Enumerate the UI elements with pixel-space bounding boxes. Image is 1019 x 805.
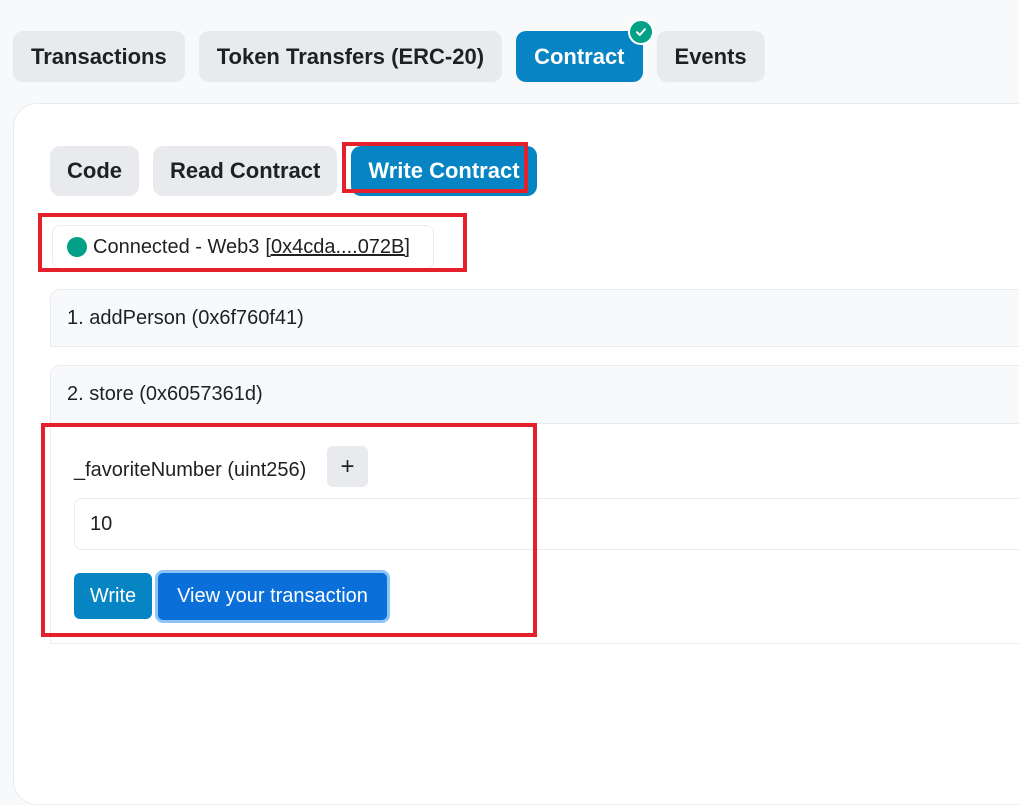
tab-contract[interactable]: Contract [516, 19, 654, 82]
sub-tab-code[interactable]: Code [50, 146, 139, 196]
tab-token-transfers[interactable]: Token Transfers (ERC-20) [198, 31, 503, 82]
function-add-person-header[interactable]: 1. addPerson (0x6f760f41) [51, 290, 1019, 347]
highlight-connection-status [38, 213, 467, 272]
function-add-person[interactable]: 1. addPerson (0x6f760f41) [50, 289, 1019, 347]
tab-contract-label: Contract [534, 43, 625, 69]
top-tabs: Transactions Token Transfers (ERC-20) Co… [13, 19, 765, 82]
tab-events[interactable]: Events [656, 31, 765, 82]
highlight-write-contract-tab [342, 142, 528, 193]
check-icon [627, 19, 654, 45]
tab-transactions[interactable]: Transactions [13, 31, 185, 82]
sub-tab-read-contract[interactable]: Read Contract [153, 146, 338, 196]
highlight-store-form [41, 423, 537, 637]
function-store-header[interactable]: 2. store (0x6057361d) [51, 366, 1019, 424]
